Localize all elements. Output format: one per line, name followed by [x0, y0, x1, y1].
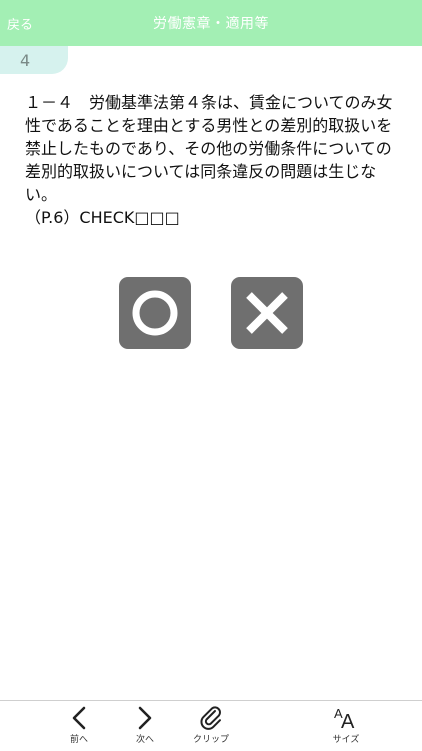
- font-size-icon: A A: [334, 706, 355, 731]
- cross-icon: [246, 292, 288, 334]
- header-bar: 戻る 労働憲章・適用等: [0, 0, 422, 46]
- font-size-button[interactable]: A A サイズ: [316, 705, 376, 747]
- question-line: １－４ 労働基準法第４条は、賃金についてのみ女: [25, 93, 393, 112]
- next-label: 次へ: [135, 735, 154, 745]
- circle-icon: [132, 290, 178, 336]
- question-line: い。: [25, 185, 58, 204]
- answer-false-button[interactable]: [231, 277, 303, 349]
- svg-text:A: A: [341, 711, 355, 731]
- question-reference: （P.6）CHECK□□□: [25, 208, 180, 227]
- clip-button[interactable]: クリップ: [181, 705, 241, 747]
- next-button[interactable]: 次へ: [115, 705, 175, 747]
- question-line: 性であることを理由とする男性との差別的取扱いを: [25, 116, 393, 135]
- size-label: サイズ: [332, 735, 360, 745]
- answer-true-button[interactable]: [119, 277, 191, 349]
- paperclip-icon: [200, 706, 221, 730]
- chevron-left-icon: [72, 706, 86, 730]
- question-number: 4: [20, 51, 31, 70]
- prev-label: 前へ: [69, 735, 88, 745]
- question-text: １－４ 労働基準法第４条は、賃金についてのみ女 性であることを理由とする男性との…: [25, 91, 403, 229]
- page-title: 労働憲章・適用等: [153, 16, 269, 32]
- clip-label: クリップ: [192, 735, 229, 745]
- chevron-right-icon: [138, 706, 152, 730]
- question-line: 禁止したものであり、その他の労働条件についての: [25, 139, 392, 158]
- question-number-tab: 4: [0, 46, 68, 74]
- question-line: 差別的取扱いについては同条違反の問題は生じな: [25, 162, 377, 181]
- prev-button[interactable]: 前へ: [49, 705, 109, 747]
- bottom-toolbar: 前へ 次へ クリップ A A サイズ: [0, 700, 422, 751]
